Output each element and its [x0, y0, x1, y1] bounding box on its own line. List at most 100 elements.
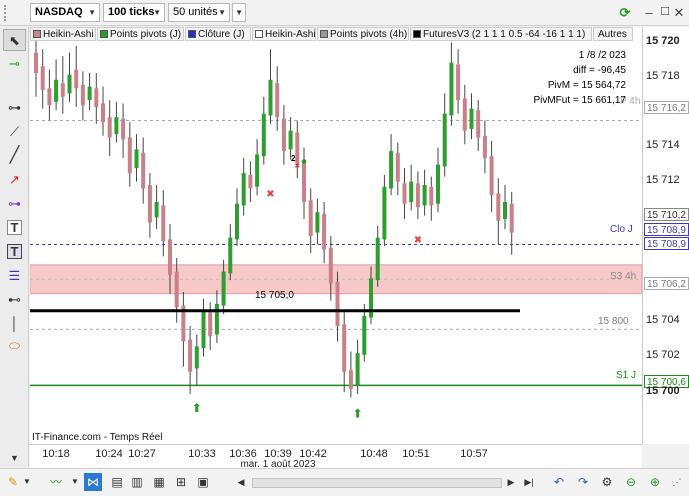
candle-bear[interactable] [101, 103, 105, 123]
candle-bull[interactable] [194, 346, 199, 369]
candle-bear[interactable] [415, 183, 420, 208]
candle-bull[interactable] [362, 315, 367, 355]
candle-bull[interactable] [442, 113, 447, 167]
chart-window-icon[interactable]: ▤ [108, 473, 126, 491]
candle-bull[interactable] [268, 79, 273, 116]
candle-bear[interactable] [496, 193, 501, 221]
candle-bull[interactable] [235, 203, 239, 240]
legend-points-pivots-j[interactable]: Points pivots (J) [97, 27, 184, 41]
candle-bear[interactable] [40, 66, 45, 90]
legend-cloture-j[interactable]: Clôture (J) [185, 27, 251, 41]
candle-bear[interactable] [302, 161, 306, 203]
candle-bear[interactable] [395, 152, 400, 182]
candle-bull[interactable] [449, 62, 454, 116]
candle-bear[interactable] [74, 69, 79, 89]
candle-bull[interactable] [409, 181, 414, 203]
indicator-icon[interactable]: ▥ [128, 473, 146, 491]
legend-futuresv3[interactable]: FuturesV3 (2 1 1 1 0.5 -64 -16 1 1 1) [410, 27, 592, 41]
candle-bear[interactable] [328, 247, 333, 284]
legend-points-pivots-4h[interactable]: Points pivots (4h) [317, 27, 409, 41]
candle-bull[interactable] [382, 186, 387, 240]
undo-icon[interactable]: ↶ [550, 473, 568, 491]
units-select[interactable]: 50 unités ▼ [168, 3, 230, 22]
candle-bear[interactable] [348, 370, 353, 389]
candle-bear[interactable] [127, 137, 132, 174]
candle-bear[interactable] [322, 213, 327, 250]
fibonacci-tool-icon[interactable]: ☰ [3, 265, 26, 287]
time-axis[interactable]: 10:18 10:24 10:27 10:33 10:36 10:39 10:4… [30, 444, 642, 470]
scroll-down-icon[interactable]: ▼ [3, 447, 26, 469]
text-tool-icon[interactable]: T [7, 220, 22, 235]
candle-bear[interactable] [94, 88, 99, 107]
candle-bear[interactable] [275, 83, 280, 118]
cursor-tool-icon[interactable]: ⬉ [3, 29, 26, 51]
chart-type-icon[interactable]: 〰 [44, 473, 68, 491]
candle-bear[interactable] [335, 281, 340, 326]
candle-bear[interactable] [174, 271, 179, 308]
scroll-left-icon[interactable]: ◀ [232, 473, 250, 491]
candle-bull[interactable] [503, 202, 507, 219]
candle-bull[interactable] [54, 79, 59, 102]
line-tool-icon[interactable]: ╱ [3, 145, 26, 167]
zoom-in-icon[interactable]: ⊕ [646, 473, 664, 491]
legend-heikin-ashi[interactable]: Heikin-Ashi [30, 27, 96, 41]
legend-heikin-ashi-2[interactable]: Heikin-Ashi [252, 27, 316, 41]
dropdown-toggle[interactable]: ▼ [232, 3, 246, 22]
label-tool-icon[interactable]: T [7, 244, 22, 259]
candle-bear[interactable] [168, 239, 172, 276]
horizontal-ray-tool-icon[interactable]: ⊷ [3, 289, 26, 311]
candle-bull[interactable] [134, 149, 139, 169]
refresh-icon[interactable]: ⟳ [614, 3, 636, 22]
candle-bear[interactable] [462, 98, 467, 131]
candle-bear[interactable] [161, 205, 166, 242]
candle-bear[interactable] [47, 88, 52, 106]
ellipse-tool-icon[interactable]: ⬭ [3, 335, 26, 357]
candle-bull[interactable] [422, 185, 427, 206]
redo-icon[interactable]: ↷ [574, 473, 592, 491]
pencil-icon[interactable]: ✎ [4, 473, 22, 491]
zoom-icon[interactable]: ⊞ [172, 473, 190, 491]
candle-bull[interactable] [436, 164, 440, 204]
candle-bull[interactable] [214, 303, 219, 335]
candle-bear[interactable] [107, 117, 112, 138]
candle-bear[interactable] [80, 84, 85, 106]
candle-bear[interactable] [208, 312, 213, 337]
candle-bull[interactable] [315, 212, 320, 233]
scroll-right-icon[interactable]: ▶ [502, 473, 520, 491]
candle-bear[interactable] [402, 183, 407, 204]
candle-bull[interactable] [221, 271, 226, 306]
legend-autres-button[interactable]: Autres [593, 27, 633, 41]
period-select[interactable]: 100 ticks ▼ [103, 3, 165, 22]
candle-bull[interactable] [255, 154, 260, 187]
template-icon[interactable]: ▦ [150, 473, 168, 491]
candle-bear[interactable] [121, 118, 126, 140]
candle-bear[interactable] [295, 132, 300, 163]
candle-bear[interactable] [429, 186, 434, 206]
horizontal-scrollbar[interactable] [252, 478, 502, 488]
scroll-end-icon[interactable]: ▶| [520, 473, 538, 491]
candle-bull[interactable] [355, 353, 360, 386]
chevron-down-icon[interactable]: ▼ [70, 473, 80, 491]
candle-bear[interactable] [248, 174, 253, 189]
auto-refresh-icon[interactable]: ⚙ [598, 473, 616, 491]
arrow-tool-icon[interactable]: ↗ [3, 169, 26, 191]
trendline-tool-icon[interactable]: ⟋ [3, 121, 26, 143]
candle-bear[interactable] [489, 156, 494, 196]
candle-bear[interactable] [141, 152, 146, 189]
chevron-down-icon[interactable]: ▼ [22, 473, 32, 491]
candle-bull[interactable] [154, 202, 159, 218]
close-button[interactable]: ✕ [668, 3, 689, 22]
vertical-line-tool-icon[interactable]: │ [3, 313, 26, 335]
share-icon[interactable]: ⋈ [84, 473, 102, 491]
candle-bear[interactable] [456, 64, 461, 101]
candle-bull[interactable] [375, 237, 380, 281]
candle-bull[interactable] [228, 237, 233, 274]
horizontal-line-tool-icon[interactable]: ⊸ [3, 53, 26, 75]
price-axis[interactable]: 15 720 15 718 15 716,2 15 714 15 712 15 … [642, 27, 689, 444]
candle-bear[interactable] [60, 83, 65, 97]
candle-bull[interactable] [114, 117, 119, 135]
candle-bear[interactable] [509, 203, 514, 233]
candle-bear[interactable] [476, 110, 481, 138]
candle-bull[interactable] [87, 86, 92, 101]
resize-grip-icon[interactable]: ⋰ [668, 473, 686, 491]
